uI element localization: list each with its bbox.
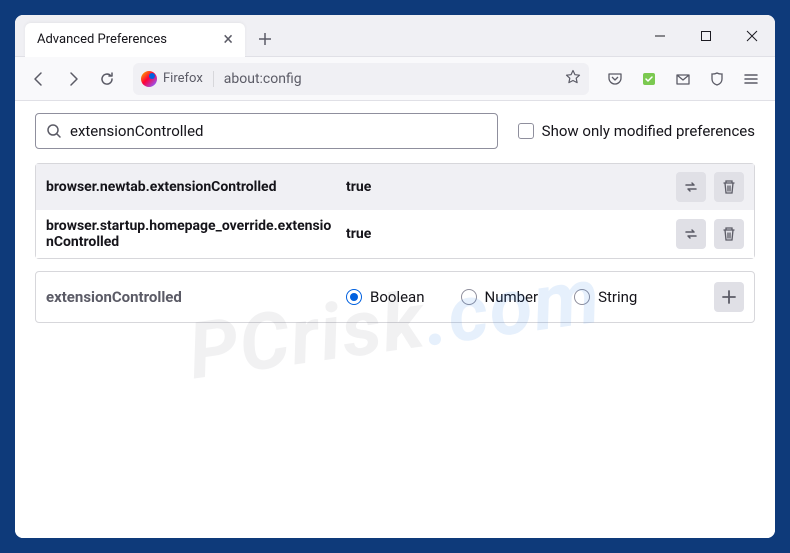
inbox-icon[interactable] [667, 63, 699, 95]
window-controls [637, 15, 775, 57]
extension-icon[interactable] [633, 63, 665, 95]
search-row: Show only modified preferences [35, 113, 755, 149]
forward-button[interactable] [57, 63, 89, 95]
prefs-table: browser.newtab.extensionControlled true … [35, 163, 755, 259]
new-pref-name: extensionControlled [46, 288, 346, 306]
delete-button[interactable] [714, 172, 744, 202]
radio-number[interactable]: Number [461, 288, 539, 306]
reload-button[interactable] [91, 63, 123, 95]
delete-button[interactable] [714, 219, 744, 249]
pref-name: browser.startup.homepage_override.extens… [46, 218, 346, 250]
new-pref-row: extensionControlled Boolean Number Strin… [35, 271, 755, 323]
hamburger-menu-icon[interactable] [735, 63, 767, 95]
tab-advanced-preferences[interactable]: Advanced Preferences × [25, 23, 245, 57]
radio-icon [346, 289, 362, 305]
radio-boolean[interactable]: Boolean [346, 288, 425, 306]
url-bar[interactable]: Firefox about:config [133, 63, 589, 95]
tab-title: Advanced Preferences [37, 32, 167, 47]
identity-box[interactable]: Firefox [141, 71, 214, 87]
search-icon [46, 123, 62, 139]
protection-icon[interactable] [701, 63, 733, 95]
pref-row[interactable]: browser.newtab.extensionControlled true [36, 164, 754, 210]
toggle-button[interactable] [676, 172, 706, 202]
search-box[interactable] [35, 113, 498, 149]
minimize-button[interactable] [637, 15, 683, 57]
titlebar: Advanced Preferences × [15, 15, 775, 57]
close-button[interactable] [729, 15, 775, 57]
pref-actions [676, 219, 744, 249]
pref-name: browser.newtab.extensionControlled [46, 179, 346, 195]
add-button[interactable] [714, 282, 744, 312]
pref-value: true [346, 179, 676, 195]
pocket-icon[interactable] [599, 63, 631, 95]
pref-value: true [346, 226, 676, 242]
url-text: about:config [214, 71, 565, 87]
checkbox-icon[interactable] [518, 123, 534, 139]
radio-icon [461, 289, 477, 305]
bookmark-star-icon[interactable] [565, 69, 581, 89]
back-button[interactable] [23, 63, 55, 95]
show-modified-toggle[interactable]: Show only modified preferences [518, 122, 755, 140]
firefox-icon [141, 71, 157, 87]
about-config-content: PCrisk.com Show only modified preference… [15, 101, 775, 538]
toolbar: Firefox about:config [15, 57, 775, 101]
search-input[interactable] [70, 122, 487, 140]
pref-row[interactable]: browser.startup.homepage_override.extens… [36, 210, 754, 258]
maximize-button[interactable] [683, 15, 729, 57]
type-radios: Boolean Number String [346, 288, 714, 306]
pref-actions [676, 172, 744, 202]
close-icon[interactable]: × [223, 31, 233, 49]
identity-label: Firefox [163, 71, 203, 86]
radio-icon [574, 289, 590, 305]
new-tab-button[interactable] [251, 25, 279, 53]
show-modified-label: Show only modified preferences [542, 122, 755, 140]
radio-string[interactable]: String [574, 288, 637, 306]
toggle-button[interactable] [676, 219, 706, 249]
browser-window: Advanced Preferences × Firefox about:con… [15, 15, 775, 538]
